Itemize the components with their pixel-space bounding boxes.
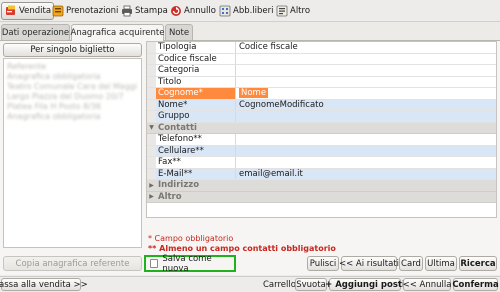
annulla-button[interactable]: << Annulla bbox=[403, 278, 451, 291]
field-label: Fax** bbox=[156, 157, 236, 168]
field-label: Nome* bbox=[156, 99, 236, 110]
legend-contatti-obbligatorio: ** Almeno un campo contatti obbligatorio bbox=[148, 244, 336, 253]
toolbar-annullo-label: Annullo bbox=[184, 6, 216, 16]
field-label: Tipologia bbox=[156, 42, 236, 53]
annullo-icon bbox=[169, 5, 182, 18]
collapse-triangle-icon[interactable]: ▼ bbox=[147, 124, 156, 131]
list-item[interactable]: Referente bbox=[7, 62, 87, 71]
field-label: Codice fiscale bbox=[156, 53, 236, 64]
field-nome[interactable]: Nome* CognomeModificato bbox=[147, 99, 496, 111]
field-titolo[interactable]: Titolo bbox=[147, 76, 496, 88]
tab-strip: Dati operazione Anagrafica acquirente No… bbox=[0, 24, 500, 41]
list-item[interactable]: Largo Piazza del Duomo 20/7 bbox=[7, 92, 133, 101]
conferma-button[interactable]: Conferma bbox=[452, 278, 499, 291]
field-label: Telefono** bbox=[156, 134, 236, 145]
field-telefono[interactable]: Telefono** bbox=[147, 134, 496, 146]
toolbar-abb-liberi-button[interactable]: Abb.liberi bbox=[216, 2, 276, 20]
field-value-editor[interactable]: Nome bbox=[236, 88, 496, 99]
per-singolo-biglietto-button[interactable]: Per singolo biglietto bbox=[3, 43, 142, 57]
field-gruppo[interactable]: Gruppo bbox=[147, 111, 496, 123]
aggiungi-posti-button[interactable]: + Aggiungi posti bbox=[325, 278, 405, 291]
toolbar-prenotazioni-label: Prenotazioni bbox=[66, 6, 119, 16]
list-item[interactable]: Teatro Comunale Cara del Maggio bbox=[7, 82, 137, 91]
toolbar-abb-liberi-label: Abb.liberi bbox=[233, 6, 274, 16]
category-contatti[interactable]: ▼ Contatti bbox=[147, 122, 496, 134]
salva-come-nuova-checkbox[interactable]: Salva come nuova bbox=[144, 253, 236, 274]
field-value[interactable] bbox=[236, 54, 496, 65]
category-indirizzo[interactable]: ▶ Indirizzo bbox=[147, 180, 496, 192]
toolbar-stampa-label: Stampa bbox=[135, 6, 168, 16]
field-label: Cellulare** bbox=[156, 145, 236, 156]
list-item[interactable]: Platea Fila H Posto 8/36 bbox=[7, 102, 119, 111]
toolbar-altro-button[interactable]: Altro bbox=[273, 2, 312, 20]
field-value[interactable] bbox=[236, 65, 496, 76]
field-value[interactable]: Codice fiscale bbox=[236, 42, 496, 53]
field-label: Categoria bbox=[156, 65, 236, 76]
vendita-icon bbox=[4, 5, 17, 18]
toolbar-vendita-button[interactable]: Vendita bbox=[1, 2, 55, 20]
abb-liberi-icon bbox=[218, 5, 231, 18]
field-email[interactable]: E-Mail** email@email.it bbox=[147, 168, 496, 180]
field-categoria[interactable]: Categoria bbox=[147, 65, 496, 77]
field-label: E-Mail** bbox=[156, 168, 236, 179]
list-item[interactable]: Anagrafica obbligatoria bbox=[7, 112, 119, 121]
toolbar-altro-label: Altro bbox=[290, 6, 311, 16]
toolbar-vendita-label: Vendita bbox=[19, 6, 52, 16]
svuota-button[interactable]: Svuota bbox=[295, 278, 327, 291]
referenti-list[interactable]: Referente Anagrafica obbligatoria Teatro… bbox=[3, 58, 142, 248]
field-value[interactable] bbox=[236, 145, 496, 156]
pulisci-button[interactable]: Pulisci bbox=[307, 256, 339, 271]
field-label: Cognome* bbox=[156, 88, 236, 99]
legend-campo-obbligatorio: * Campo obbligatorio bbox=[148, 234, 234, 243]
category-label: Altro bbox=[158, 191, 182, 202]
tab-note[interactable]: Note bbox=[165, 24, 193, 40]
field-value[interactable]: CognomeModificato bbox=[236, 99, 496, 110]
card-button[interactable]: Card bbox=[399, 256, 423, 271]
ultima-button[interactable]: Ultima bbox=[425, 256, 457, 271]
salva-come-nuova-label: Salva come nuova bbox=[162, 253, 212, 274]
list-item[interactable]: Anagrafica obbligatoria bbox=[7, 72, 115, 81]
field-fax[interactable]: Fax** bbox=[147, 157, 496, 169]
field-value[interactable] bbox=[236, 111, 496, 122]
ricerca-button[interactable]: Ricerca bbox=[459, 256, 497, 271]
main-toolbar: Vendita Prenotazioni Stampa Annullo Abb.… bbox=[0, 0, 500, 22]
expand-triangle-icon[interactable]: ▶ bbox=[147, 193, 156, 200]
field-label: Titolo bbox=[156, 76, 236, 87]
tab-anagrafica-acquirente[interactable]: Anagrafica acquirente bbox=[71, 24, 164, 41]
expand-triangle-icon[interactable]: ▶ bbox=[147, 182, 156, 189]
category-altro[interactable]: ▶ Altro bbox=[147, 191, 496, 203]
toolbar-stampa-button[interactable]: Stampa bbox=[118, 2, 170, 20]
field-cellulare[interactable]: Cellulare** bbox=[147, 145, 496, 157]
field-codice-fiscale[interactable]: Codice fiscale bbox=[147, 53, 496, 65]
anagrafica-property-grid: Tipologia Codice fiscale Codice fiscale … bbox=[146, 41, 497, 218]
category-label: Contatti bbox=[158, 122, 197, 133]
tab-dati-operazione[interactable]: Dati operazione bbox=[1, 24, 70, 40]
toolbar-annullo-button[interactable]: Annullo bbox=[167, 2, 218, 20]
field-value[interactable] bbox=[236, 77, 496, 88]
checkbox-box[interactable] bbox=[150, 259, 159, 268]
field-label: Gruppo bbox=[156, 111, 236, 122]
passa-alla-vendita-button[interactable]: Passa alla vendita >> bbox=[0, 278, 88, 291]
stampa-icon bbox=[120, 5, 133, 18]
category-label: Indirizzo bbox=[158, 180, 200, 191]
toolbar-prenotazioni-button[interactable]: Prenotazioni bbox=[49, 2, 120, 20]
copia-anagrafica-referente-button[interactable]: Copia anagrafica referente bbox=[3, 256, 142, 271]
field-value[interactable] bbox=[236, 134, 496, 145]
field-cognome[interactable]: Cognome* Nome bbox=[147, 88, 496, 100]
ai-risultati-button[interactable]: << Ai risultati bbox=[339, 256, 399, 271]
field-value[interactable] bbox=[236, 157, 496, 168]
field-tipologia[interactable]: Tipologia Codice fiscale bbox=[147, 42, 496, 54]
carrello-label: Carrello bbox=[263, 280, 296, 290]
field-value[interactable]: email@email.it bbox=[236, 168, 496, 179]
field-value-selected-text[interactable]: Nome bbox=[239, 88, 269, 99]
altro-icon bbox=[275, 5, 288, 18]
prenotazioni-icon bbox=[51, 5, 64, 18]
